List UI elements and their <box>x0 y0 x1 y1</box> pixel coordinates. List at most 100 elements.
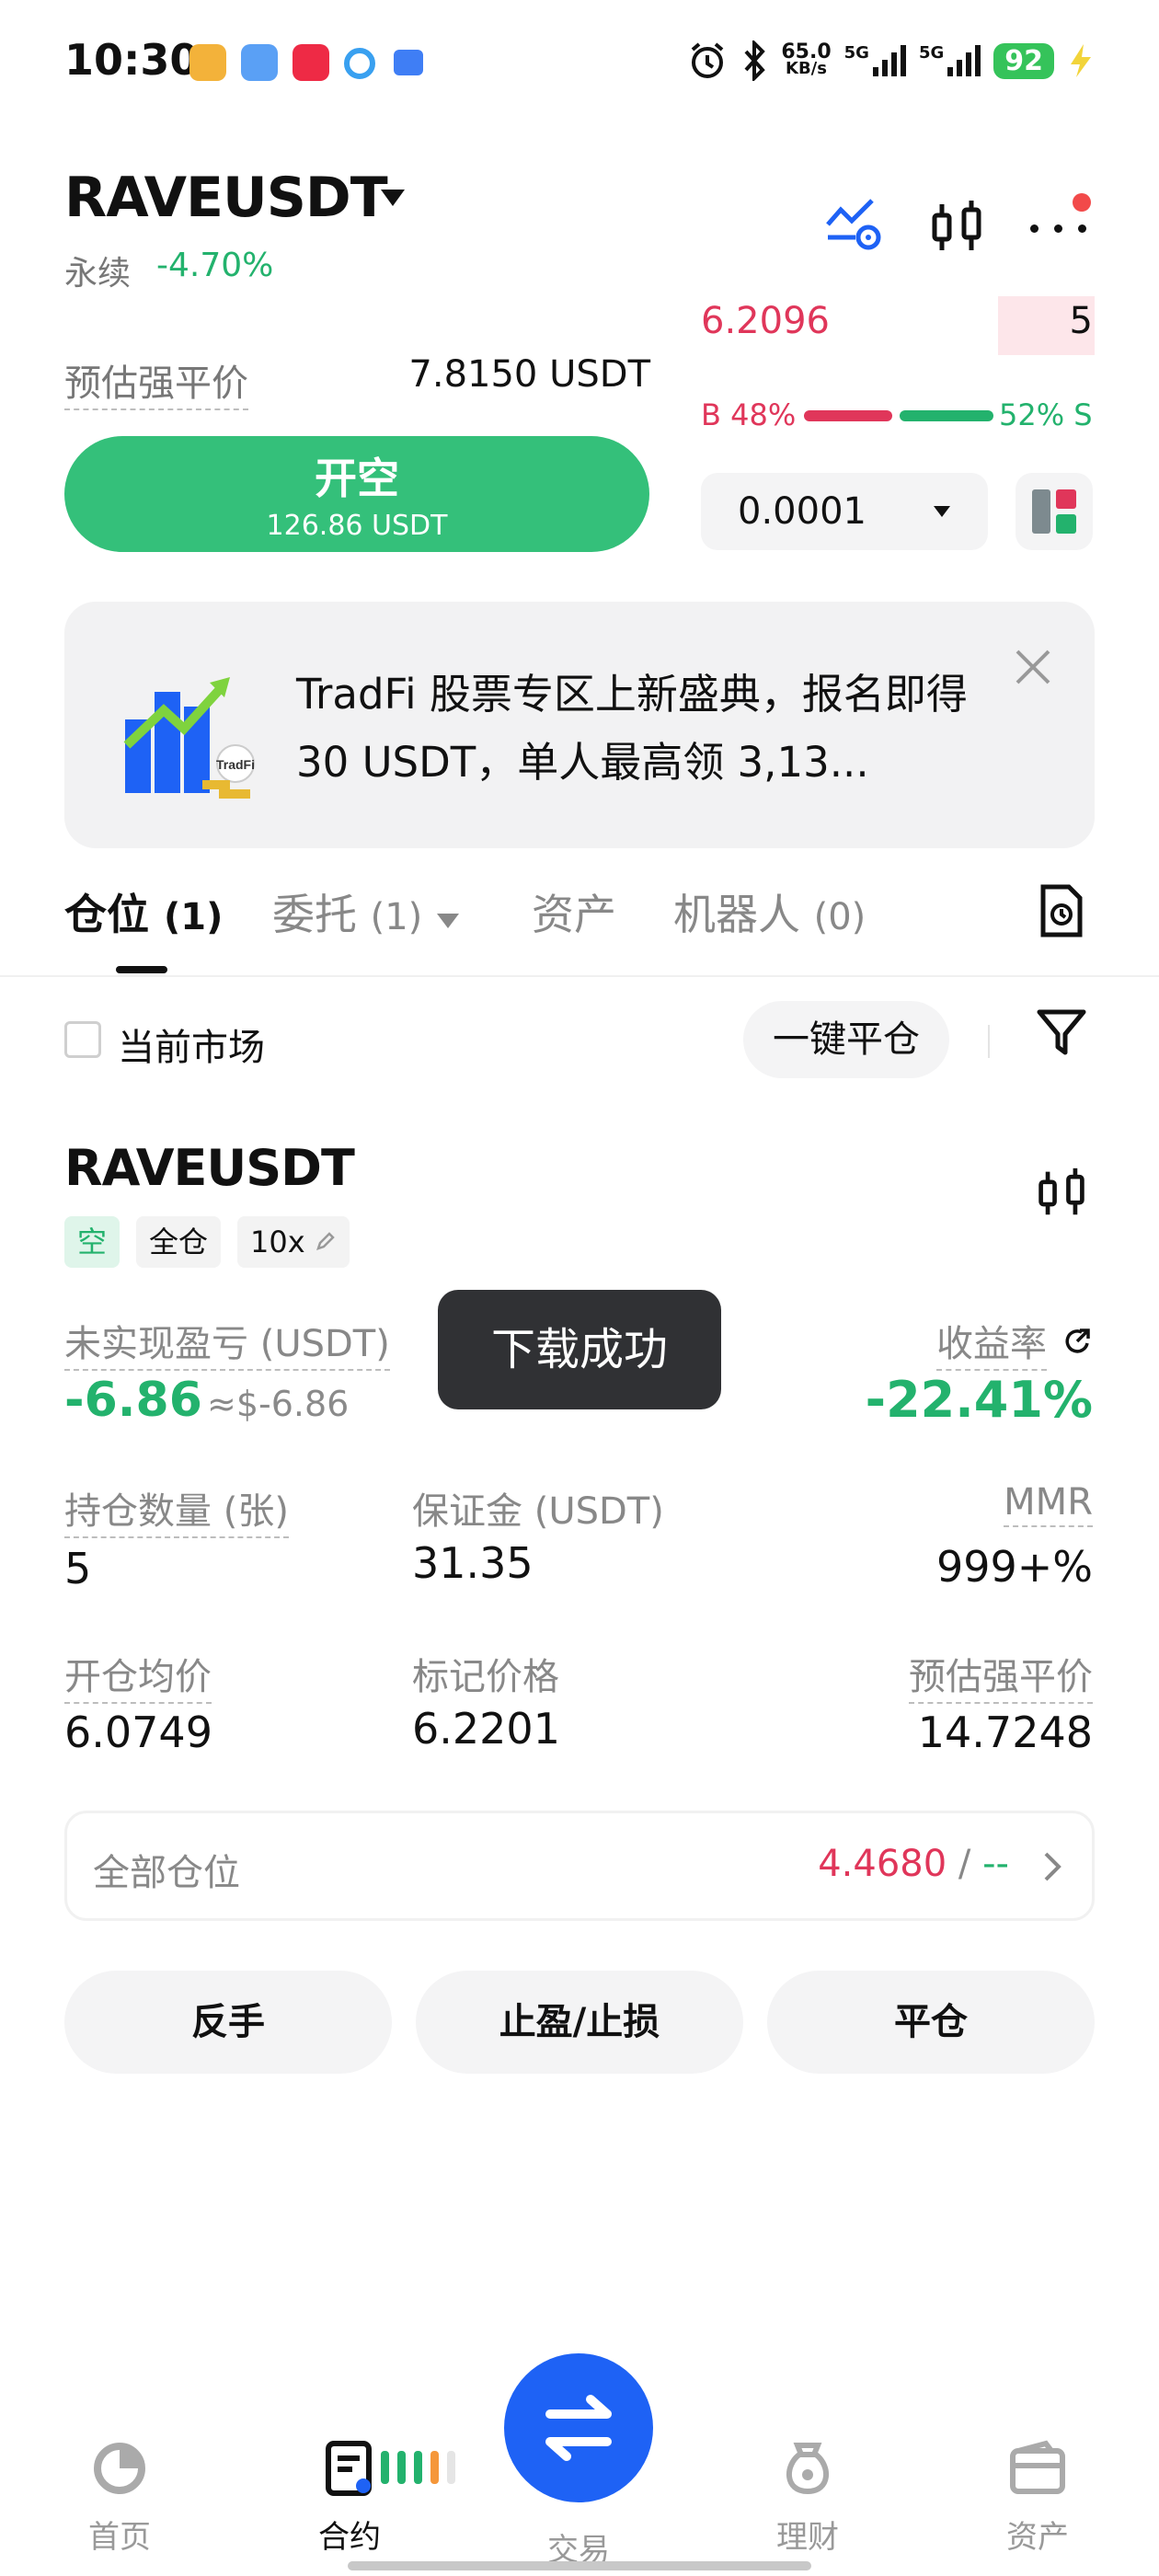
download-success-toast: 下载成功 <box>438 1290 721 1409</box>
tabs-divider <box>0 975 1159 977</box>
tab-positions[interactable]: 仓位 (1) <box>64 881 223 942</box>
contract-type-label: 永续 <box>64 255 132 293</box>
mark-price-label: 标记价格 <box>412 1656 559 1698</box>
mmr-label: MMR <box>1004 1481 1093 1527</box>
alarm-icon <box>692 42 724 78</box>
upl-approx: ≈$-6.86 <box>206 1384 350 1424</box>
ask-quantity: 5 <box>1069 300 1093 342</box>
edit-icon <box>316 1232 335 1250</box>
close-all-button[interactable]: 一键平仓 <box>743 1001 949 1078</box>
net-speed: 65.0 KB/s <box>781 40 832 78</box>
all-positions-row[interactable]: 全部仓位 4.4680 / -- <box>64 1811 1095 1921</box>
filter-separator <box>988 1025 990 1058</box>
battery-indicator: 92 <box>993 42 1054 79</box>
buy-ratio-label: B 48% <box>701 397 797 432</box>
liq-price-value: 14.7248 <box>917 1708 1093 1757</box>
app-icon-blue <box>241 44 278 81</box>
roe-label-row[interactable]: 收益率 <box>936 1314 1093 1371</box>
position-symbol[interactable]: RAVEUSDT <box>64 1139 355 1197</box>
candlestick-chart-icon[interactable] <box>1036 1165 1087 1220</box>
mmr-value: 999+% <box>935 1542 1093 1592</box>
est-liq-label: 预估强平价 <box>64 353 248 410</box>
promo-banner[interactable]: TradFi TradFi 股票专区上新盛典，报名即得 30 USDT，单人最高… <box>64 602 1095 848</box>
chevron-down-icon <box>436 914 459 928</box>
chevron-down-icon[interactable] <box>379 188 407 208</box>
open-short-amount: 126.86 USDT <box>266 510 448 542</box>
risk-level-indicator <box>381 1225 473 2484</box>
all-positions-values: 4.4680 / -- <box>818 1843 1009 1885</box>
price-alert-icon[interactable] <box>824 197 883 252</box>
nav-futures[interactable]: 合约 <box>285 2438 414 2557</box>
more-options-icon[interactable] <box>1028 221 1093 236</box>
nav-earn[interactable]: 理财 <box>743 2438 872 2557</box>
share-icon[interactable] <box>1061 1327 1093 1358</box>
tab-bots[interactable]: 机器人 (0) <box>673 881 866 942</box>
buy-ratio-bar <box>804 410 892 421</box>
sell-ratio-bar <box>900 410 993 421</box>
roe-value: -22.41% <box>865 1371 1093 1429</box>
margin-label: 保证金 (USDT) <box>412 1490 664 1533</box>
size-label: 持仓数量 (张) <box>64 1481 289 1538</box>
upl-value: -6.86 <box>64 1373 202 1428</box>
chevron-right-icon <box>1044 1852 1061 1881</box>
chevron-down-icon <box>934 506 950 517</box>
charging-icon <box>1071 44 1091 77</box>
roe-label: 收益率 <box>936 1314 1047 1371</box>
signal-5g-1: 5G <box>844 45 906 76</box>
weibo-app-icon <box>189 44 226 81</box>
wallet-icon <box>1010 2440 1065 2494</box>
pair-title[interactable]: RAVEUSDT <box>64 166 388 230</box>
tp-sl-button[interactable]: 止盈/止损 <box>416 1971 743 2074</box>
liq-price-label: 预估强平价 <box>909 1647 1093 1704</box>
entry-price-value: 6.0749 <box>64 1708 212 1757</box>
reverse-button[interactable]: 反手 <box>64 1971 392 2074</box>
candlestick-chart-icon[interactable] <box>929 197 984 256</box>
notification-dot <box>1073 193 1091 212</box>
futures-icon <box>326 2441 372 2496</box>
home-icon <box>94 2443 145 2494</box>
svg-text:TradFi: TradFi <box>216 757 255 772</box>
banner-text: TradFi 股票专区上新盛典，报名即得 30 USDT，单人最高领 3,13.… <box>296 670 968 787</box>
upl-row: -6.86 ≈$-6.86 <box>64 1373 349 1428</box>
current-market-label[interactable]: 当前市场 <box>118 1018 265 1071</box>
margin-mode-tag: 全仓 <box>136 1216 222 1268</box>
side-tag: 空 <box>64 1216 120 1268</box>
size-value: 5 <box>64 1544 92 1593</box>
all-positions-label: 全部仓位 <box>93 1852 240 1894</box>
filter-icon[interactable] <box>1036 1006 1087 1058</box>
bluetooth-icon <box>744 40 766 81</box>
price-change: -4.70% <box>156 247 274 284</box>
close-icon[interactable] <box>1014 648 1052 686</box>
margin-value: 31.35 <box>412 1538 534 1588</box>
trade-button[interactable] <box>504 2353 653 2502</box>
status-time: 10:30 <box>64 35 200 85</box>
orderbook-layout-icon <box>1032 489 1076 534</box>
swap-arrows-icon <box>545 2395 612 2461</box>
ask-price[interactable]: 6.2096 <box>701 300 830 342</box>
order-history-icon[interactable] <box>1038 883 1085 938</box>
leverage-tag[interactable]: 10x <box>237 1216 350 1268</box>
open-short-button[interactable]: 开空 126.86 USDT <box>64 436 649 552</box>
nav-home[interactable]: 首页 <box>55 2438 184 2557</box>
active-tab-indicator <box>116 966 167 973</box>
status-right: 65.0 KB/s 5G 5G 92 <box>687 33 1095 88</box>
close-position-button[interactable]: 平仓 <box>767 1971 1095 2074</box>
entry-price-label: 开仓均价 <box>64 1647 212 1704</box>
open-short-label: 开空 <box>315 454 399 503</box>
orderbook-layout-button[interactable] <box>1016 473 1093 550</box>
current-market-checkbox[interactable] <box>64 1021 101 1058</box>
upl-label: 未实现盈亏 (USDT) <box>64 1314 390 1371</box>
price-precision-select[interactable]: 0.0001 <box>701 473 988 550</box>
earn-icon <box>786 2443 830 2495</box>
home-indicator <box>348 2561 811 2570</box>
signal-5g-2: 5G <box>919 45 981 76</box>
browser-app-icon <box>344 48 375 79</box>
tab-assets[interactable]: 资产 <box>532 881 616 942</box>
sell-ratio-label: 52% S <box>999 397 1093 432</box>
message-app-icon <box>394 50 423 75</box>
precision-value: 0.0001 <box>738 490 866 533</box>
nav-assets[interactable]: 资产 <box>973 2438 1102 2557</box>
tab-orders[interactable]: 委托 (1) <box>272 881 460 942</box>
est-liq-value: 7.8150 USDT <box>408 353 650 396</box>
tradfi-stocks-icon: TradFi <box>123 677 255 799</box>
